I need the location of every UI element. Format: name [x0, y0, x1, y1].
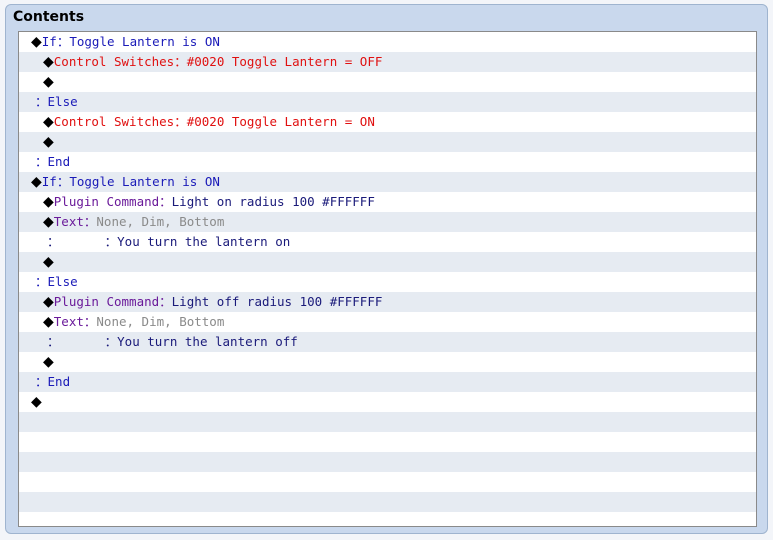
- diamond-icon: ◆: [31, 34, 42, 50]
- command-row[interactable]: ◆Text：None, Dim, Bottom: [19, 212, 756, 232]
- command-argument: Else: [47, 94, 78, 109]
- event-command-list[interactable]: ◆If：Toggle Lantern is ON ◆Control Switche…: [18, 31, 757, 527]
- diamond-icon: ◆: [43, 354, 54, 370]
- empty-row[interactable]: [19, 432, 756, 452]
- command-separator: ：: [35, 274, 48, 289]
- command-separator: ：: [174, 54, 187, 69]
- empty-row[interactable]: [19, 452, 756, 472]
- command-argument: Toggle Lantern is ON: [69, 34, 220, 49]
- command-argument: Else: [47, 274, 78, 289]
- diamond-icon: ◆: [43, 74, 54, 90]
- diamond-icon: ◆: [43, 54, 54, 70]
- command-argument: None, Dim, Bottom: [96, 214, 225, 229]
- diamond-icon: ◆: [31, 394, 42, 410]
- command-separator: ：: [35, 374, 48, 389]
- command-row[interactable]: ◆If：Toggle Lantern is ON: [19, 32, 756, 52]
- command-argument: You turn the lantern on: [117, 234, 291, 249]
- command-separator: ：: [56, 174, 70, 189]
- command-row[interactable]: ◆: [19, 132, 756, 152]
- empty-row[interactable]: [19, 412, 756, 432]
- command-separator: ： ：: [47, 234, 118, 249]
- command-name: If: [41, 34, 57, 49]
- command-row[interactable]: ：End: [19, 152, 756, 172]
- command-separator: ：: [56, 34, 70, 49]
- command-row[interactable]: ◆Control Switches：#0020 Toggle Lantern =…: [19, 52, 756, 72]
- command-row[interactable]: ： ：You turn the lantern on: [19, 232, 756, 252]
- command-argument: End: [47, 154, 71, 169]
- empty-row[interactable]: [19, 472, 756, 492]
- command-separator: ：: [174, 114, 187, 129]
- diamond-icon: ◆: [43, 194, 54, 210]
- diamond-icon: ◆: [43, 294, 54, 310]
- panel-title: Contents: [13, 9, 85, 25]
- command-argument: Light on radius 100 #FFFFFF: [171, 194, 375, 209]
- command-row[interactable]: ◆: [19, 352, 756, 372]
- command-separator: ：: [83, 214, 97, 229]
- diamond-icon: ◆: [43, 134, 54, 150]
- command-name: Control Switches: [53, 54, 175, 69]
- command-separator: ：: [83, 314, 97, 329]
- command-row[interactable]: ◆Text：None, Dim, Bottom: [19, 312, 756, 332]
- command-row[interactable]: ： ：You turn the lantern off: [19, 332, 756, 352]
- command-separator: ：: [35, 154, 48, 169]
- command-argument: End: [47, 374, 71, 389]
- command-name: Plugin Command: [53, 294, 160, 309]
- command-separator: ： ：: [47, 334, 118, 349]
- empty-row[interactable]: [19, 492, 756, 512]
- command-argument: You turn the lantern off: [117, 334, 298, 349]
- command-argument: Toggle Lantern is ON: [69, 174, 220, 189]
- diamond-icon: ◆: [43, 114, 54, 130]
- command-separator: ：: [35, 94, 48, 109]
- command-row[interactable]: ：Else: [19, 92, 756, 112]
- command-row[interactable]: ：End: [19, 372, 756, 392]
- contents-panel: Contents ◆If：Toggle Lantern is ON ◆Contro…: [5, 4, 768, 534]
- command-argument: Light off radius 100 #FFFFFF: [171, 294, 383, 309]
- command-row[interactable]: ◆Plugin Command：Light off radius 100 #FF…: [19, 292, 756, 312]
- command-argument: #0020 Toggle Lantern = OFF: [186, 54, 383, 69]
- command-argument: None, Dim, Bottom: [96, 314, 225, 329]
- command-name: If: [41, 174, 57, 189]
- command-row[interactable]: ◆Control Switches：#0020 Toggle Lantern =…: [19, 112, 756, 132]
- command-name: Text: [53, 214, 84, 229]
- command-name: Control Switches: [53, 114, 175, 129]
- diamond-icon: ◆: [43, 214, 54, 230]
- diamond-icon: ◆: [31, 174, 42, 190]
- command-separator: ：: [159, 194, 172, 209]
- command-row[interactable]: ◆Plugin Command：Light on radius 100 #FFF…: [19, 192, 756, 212]
- command-row[interactable]: ◆: [19, 72, 756, 92]
- command-row[interactable]: ：Else: [19, 272, 756, 292]
- command-row[interactable]: ◆: [19, 392, 756, 412]
- empty-row[interactable]: [19, 512, 756, 526]
- diamond-icon: ◆: [43, 254, 54, 270]
- diamond-icon: ◆: [43, 314, 54, 330]
- command-separator: ：: [159, 294, 172, 309]
- command-row[interactable]: ◆: [19, 252, 756, 272]
- command-name: Plugin Command: [53, 194, 160, 209]
- command-name: Text: [53, 314, 84, 329]
- command-row[interactable]: ◆If：Toggle Lantern is ON: [19, 172, 756, 192]
- command-argument: #0020 Toggle Lantern = ON: [186, 114, 375, 129]
